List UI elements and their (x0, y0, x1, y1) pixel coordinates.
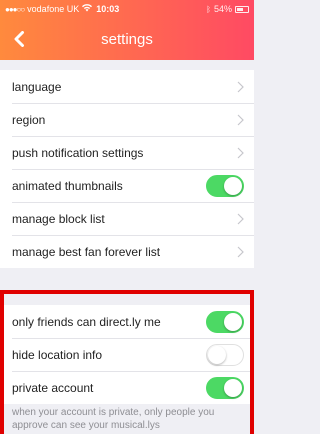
status-bar: ●●●○○ vodafone UK 10:03 ᛒ 54% (0, 0, 254, 18)
manage-best-fan-forever-list-row[interactable]: manage best fan forever list (0, 235, 254, 268)
wifi-icon (82, 4, 93, 14)
language-row[interactable]: language (0, 70, 254, 103)
signal-strength: ●●●○○ (5, 4, 25, 14)
bluetooth-icon: ᛒ (206, 4, 211, 14)
settings-group-privacy: only friends can direct.ly me hide locat… (0, 305, 254, 404)
back-button[interactable] (6, 26, 32, 52)
header: ●●●○○ vodafone UK 10:03 ᛒ 54% settings (0, 0, 254, 60)
battery-icon (235, 5, 249, 13)
row-label: manage block list (12, 211, 105, 226)
row-label: region (12, 112, 46, 127)
clock: 10:03 (96, 4, 120, 14)
only-friends-direct-toggle[interactable] (206, 310, 244, 333)
row-label: only friends can direct.ly me (12, 314, 161, 329)
toggle-knob (208, 345, 226, 364)
toggle-knob (224, 378, 242, 397)
private-account-footnote: when your account is private, only peopl… (12, 407, 215, 431)
row-label: push notification settings (12, 145, 144, 160)
chevron-left-icon (14, 31, 24, 47)
status-right: ᛒ 54% (206, 4, 249, 14)
chevron-right-icon (237, 246, 244, 257)
page-title: settings (101, 30, 153, 48)
push-notification-settings-row[interactable]: push notification settings (0, 136, 254, 169)
only-friends-direct-row: only friends can direct.ly me (0, 305, 254, 338)
private-account-row: private account (0, 371, 254, 404)
private-account-toggle[interactable] (206, 376, 244, 399)
chevron-right-icon (237, 81, 244, 92)
animated-thumbnails-toggle[interactable] (206, 174, 244, 197)
row-label: animated thumbnails (12, 178, 123, 193)
hide-location-info-toggle[interactable] (206, 343, 244, 366)
toggle-knob (224, 312, 242, 331)
toggle-knob (224, 176, 242, 195)
region-row[interactable]: region (0, 103, 254, 136)
animated-thumbnails-row: animated thumbnails (0, 169, 254, 202)
row-label: manage best fan forever list (12, 244, 161, 259)
chevron-right-icon (237, 213, 244, 224)
hide-location-info-row: hide location info (0, 338, 254, 371)
row-label: private account (12, 380, 94, 395)
manage-block-list-row[interactable]: manage block list (0, 202, 254, 235)
chevron-right-icon (237, 114, 244, 125)
row-label: hide location info (12, 347, 103, 362)
row-label: language (12, 79, 62, 94)
navigation-bar: settings (0, 18, 254, 60)
chevron-right-icon (237, 147, 244, 158)
carrier-name: vodafone UK (27, 4, 80, 14)
settings-group-general: language region push notification settin… (0, 70, 254, 268)
battery-percent: 54% (213, 4, 232, 14)
